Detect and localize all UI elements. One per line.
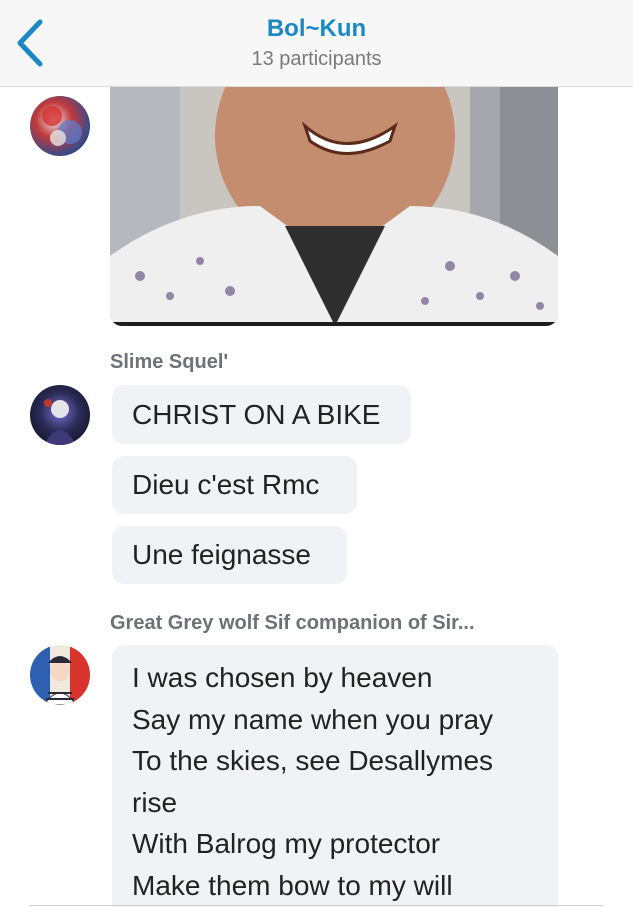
message-line: To the skies, see Desallymes: [132, 745, 494, 776]
avatar[interactable]: [30, 385, 90, 445]
message-text: Dieu c'est Rmc: [132, 469, 320, 500]
avatar[interactable]: [30, 96, 90, 156]
message-bubble[interactable]: Dieu c'est Rmc: [112, 456, 357, 514]
image-message[interactable]: [110, 86, 558, 326]
chat-title[interactable]: Bol~Kun: [0, 15, 633, 43]
avatar-art: [44, 399, 76, 445]
avatar-art: [30, 645, 90, 705]
participants-count[interactable]: 13 participants: [0, 48, 633, 71]
message-line: With Balrog my protector: [132, 828, 441, 859]
message-text: CHRIST ON A BIKE: [132, 399, 381, 430]
message-text: Une feignasse: [132, 539, 312, 570]
avatar[interactable]: [30, 645, 90, 705]
message-line: Make them bow to my will: [132, 869, 453, 901]
message-line: rise: [132, 786, 178, 818]
message-bubble[interactable]: Une feignasse: [112, 526, 347, 584]
sender-name[interactable]: Slime Squel': [110, 351, 228, 374]
message-line: Say my name when you pray: [132, 703, 494, 735]
message-bubble[interactable]: CHRIST ON A BIKE: [112, 385, 411, 444]
sender-name[interactable]: Great Grey wolf Sif companion of Sir...: [110, 612, 475, 635]
chat-header: Bol~Kun 13 participants: [0, 0, 633, 87]
message-bubble[interactable]: I was chosen by heaven Say my name when …: [112, 645, 558, 907]
avatar-art: [42, 106, 82, 146]
divider: [30, 905, 603, 906]
message-line: I was chosen by heaven: [132, 662, 433, 693]
photo-image: [110, 86, 558, 326]
